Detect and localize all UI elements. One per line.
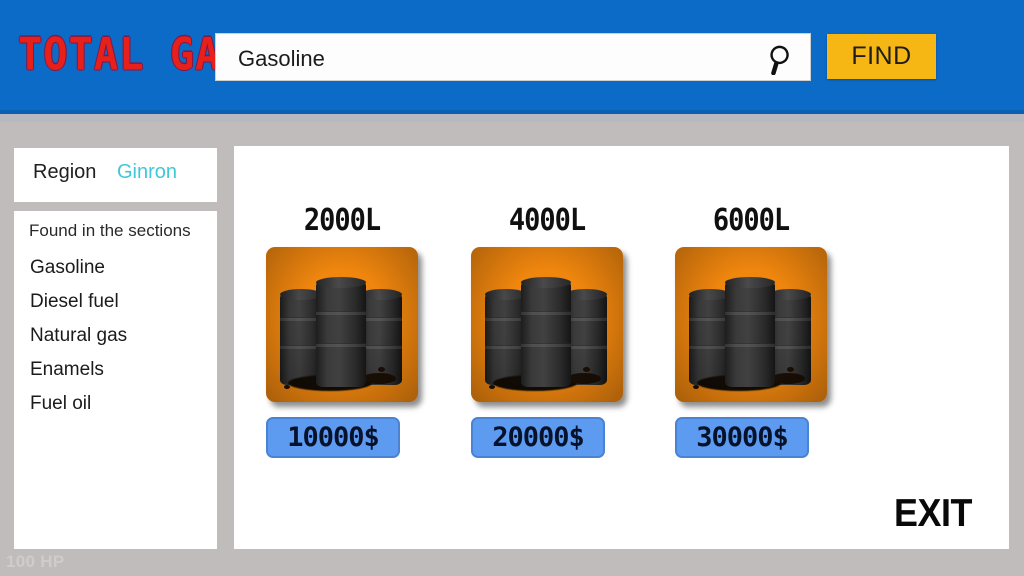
sidebar-item-diesel-fuel[interactable]: Diesel fuel [30,291,119,313]
product-price-button[interactable]: 30000$ [675,417,809,458]
region-label: Region [33,161,97,183]
product-volume: 6000L [712,203,790,238]
region-value[interactable]: Ginron [117,161,177,184]
magnifier-icon[interactable] [764,43,796,76]
barrel-center [521,277,571,387]
app-header: TOTAL GAS FIND [0,0,1024,110]
search-box[interactable] [215,33,811,84]
main-panel: 2000L 10000$ 4000L 20000$ 6000L 30000$ E… [234,146,1009,549]
sidebar-item-natural-gas[interactable]: Natural gas [30,325,127,347]
sidebar-item-fuel-oil[interactable]: Fuel oil [30,393,91,415]
sections-title: Found in the sections [29,221,191,240]
oil-barrels-icon[interactable] [471,247,623,402]
sections-card: Found in the sections Gasoline Diesel fu… [14,211,217,549]
sidebar-item-gasoline[interactable]: Gasoline [30,257,105,279]
find-button[interactable]: FIND [827,34,936,79]
oil-barrels-icon[interactable] [675,247,827,402]
exit-button[interactable]: EXIT [894,492,972,536]
search-input[interactable] [236,34,750,84]
barrel-center [725,277,775,387]
app-logo: TOTAL GAS [18,28,246,80]
region-card[interactable]: Region Ginron [14,148,217,202]
sidebar-item-enamels[interactable]: Enamels [30,359,104,381]
header-band [0,114,1024,122]
product-volume: 4000L [508,203,586,238]
app-root: TOTAL GAS FIND Region Ginron Found in th… [0,0,1024,576]
product-price-button[interactable]: 20000$ [471,417,605,458]
product-volume: 2000L [303,203,381,238]
product-price-button[interactable]: 10000$ [266,417,400,458]
barrel-center [316,277,366,387]
oil-barrels-icon[interactable] [266,247,418,402]
hp-status: 100 HP [6,552,65,571]
